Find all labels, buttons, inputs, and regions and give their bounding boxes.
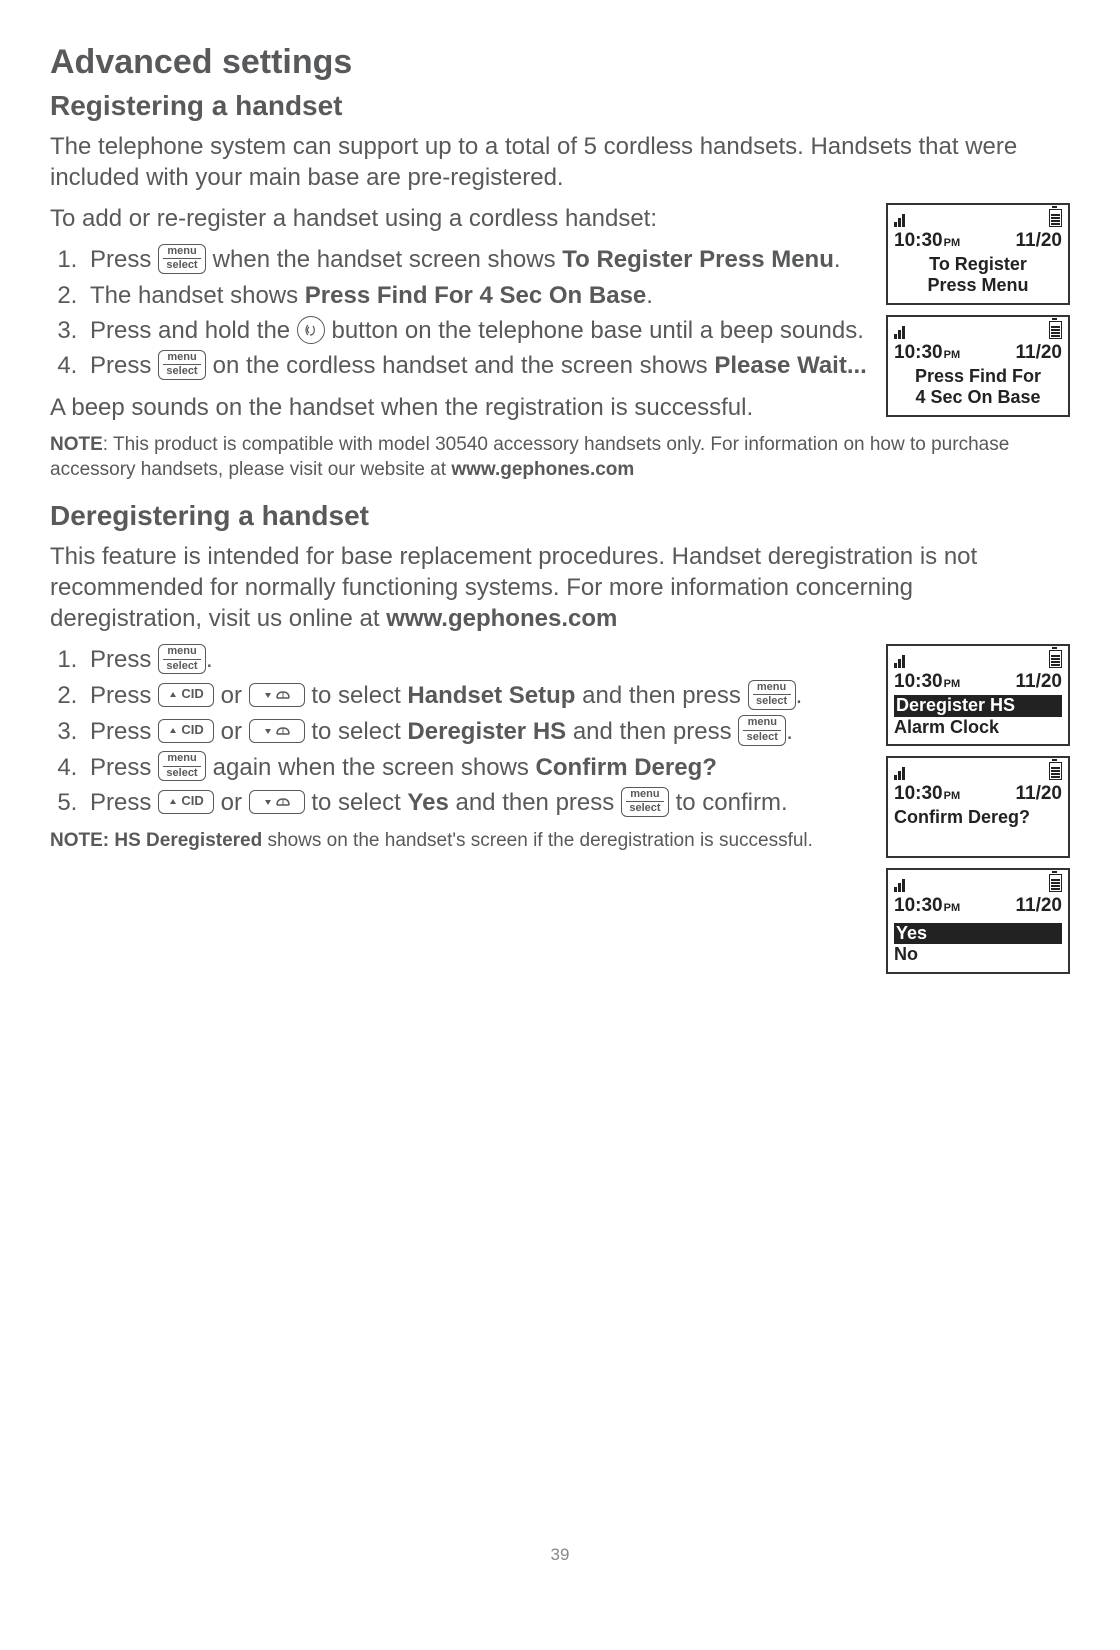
screen-date: 11/20 (1016, 229, 1063, 254)
handset-screen-pressfind: 10:30PM 11/20 Press Find For 4 Sec On Ba… (886, 315, 1070, 417)
dir-down-key-icon (249, 719, 305, 743)
menu-select-key-icon: menuselect (748, 680, 796, 710)
menu-select-key-icon: menuselect (738, 715, 786, 745)
cid-up-key-icon: CID (158, 683, 214, 707)
screen-pm: PM (944, 237, 961, 249)
screen-line: Alarm Clock (894, 717, 1062, 739)
handset-screen-dereg-menu: 10:30PM 11/20 Deregister HS Alarm Clock (886, 644, 1070, 746)
handset-screen-yesno: 10:30PM 11/20 Yes No (886, 868, 1070, 974)
battery-icon (1049, 650, 1062, 668)
signal-icon (894, 326, 905, 339)
battery-icon (1049, 321, 1062, 339)
cid-up-key-icon: CID (158, 719, 214, 743)
battery-icon (1049, 874, 1062, 892)
screen-line: Press Menu (894, 275, 1062, 297)
handset-screen-confirm: 10:30PM 11/20 Confirm Dereg? (886, 756, 1070, 858)
deregister-intro: This feature is intended for base replac… (50, 541, 1070, 635)
menu-select-key-icon: menuselect (158, 244, 206, 274)
battery-icon (1049, 209, 1062, 227)
menu-select-key-icon: menuselect (158, 350, 206, 380)
signal-icon (894, 214, 905, 227)
screen-line-highlighted: Deregister HS (894, 695, 1062, 717)
screen-group-2: 10:30PM 11/20 Deregister HS Alarm Clock … (886, 644, 1070, 984)
cid-up-key-icon: CID (158, 790, 214, 814)
signal-icon (894, 767, 905, 780)
signal-icon (894, 655, 905, 668)
screen-line: Confirm Dereg? (894, 807, 1062, 829)
screen-line: Press Find For (894, 366, 1062, 388)
menu-select-key-icon: menuselect (158, 644, 206, 674)
find-handset-key-icon (297, 316, 325, 344)
page-number: 39 (50, 1544, 1070, 1566)
compatibility-note: NOTE: This product is compatible with mo… (50, 433, 1070, 482)
intro-paragraph: The telephone system can support up to a… (50, 131, 1070, 193)
menu-select-key-icon: menuselect (621, 787, 669, 817)
section-heading-register: Registering a handset (50, 88, 1070, 124)
screen-line: No (894, 944, 1062, 966)
dir-down-key-icon (249, 790, 305, 814)
page-title: Advanced settings (50, 40, 1070, 84)
section-heading-deregister: Deregistering a handset (50, 498, 1070, 534)
screen-group-1: 10:30PM 11/20 To Register Press Menu 10:… (886, 203, 1070, 427)
screen-line: To Register (894, 254, 1062, 276)
battery-icon (1049, 762, 1062, 780)
screen-line-highlighted: Yes (894, 923, 1062, 945)
screen-line: 4 Sec On Base (894, 387, 1062, 409)
handset-screen-register: 10:30PM 11/20 To Register Press Menu (886, 203, 1070, 305)
menu-select-key-icon: menuselect (158, 751, 206, 781)
dir-down-key-icon (249, 683, 305, 707)
screen-time: 10:30 (894, 230, 943, 251)
signal-icon (894, 879, 905, 892)
